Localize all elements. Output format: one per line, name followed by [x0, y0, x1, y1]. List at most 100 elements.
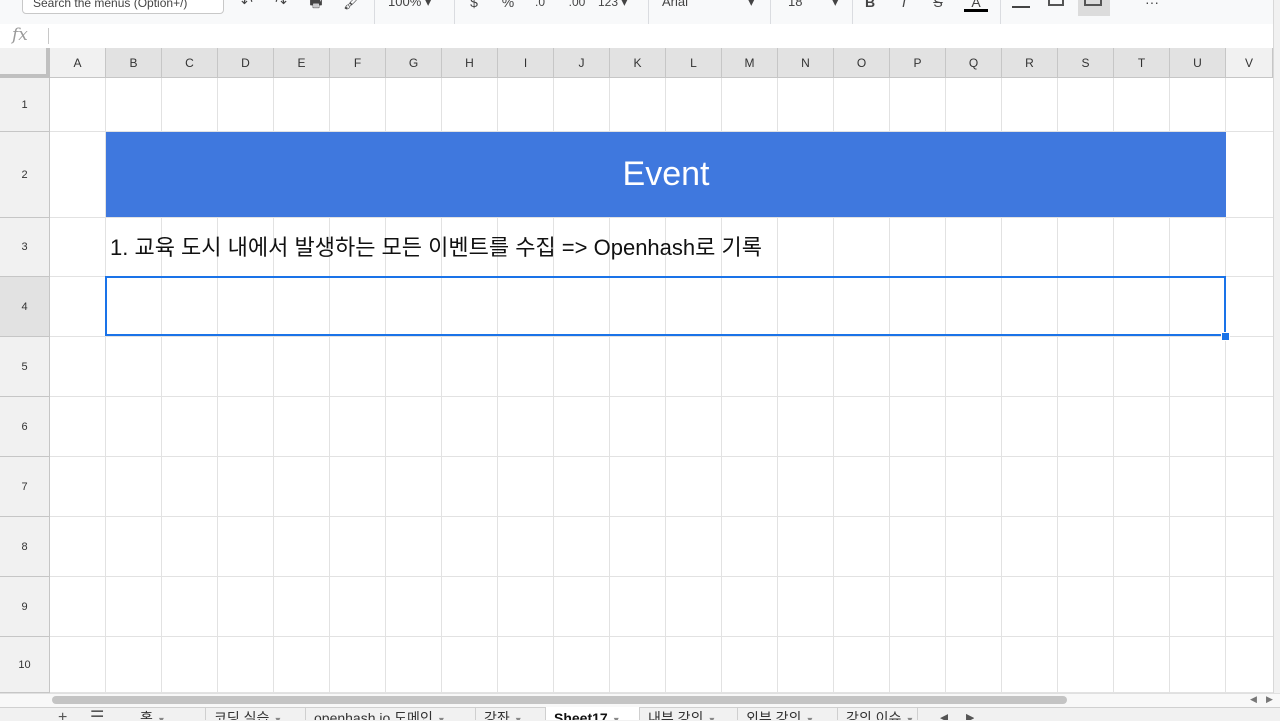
select-all-corner[interactable] — [0, 48, 50, 78]
column-header-n[interactable]: N — [778, 48, 834, 78]
more-options-icon[interactable]: ··· — [1140, 0, 1164, 12]
more-formats-label: 123 — [598, 0, 619, 9]
sheet-tab-1[interactable]: 코딩 실습 ▾ — [206, 707, 306, 720]
sheet-tab-label: 강의 이슈 — [846, 710, 902, 720]
fill-color-icon[interactable] — [1012, 0, 1030, 8]
add-sheet-icon[interactable]: + — [58, 707, 67, 720]
sheet-tab-6[interactable]: 외부 강의 ▾ — [738, 707, 838, 720]
strikethrough-button[interactable]: S — [930, 0, 946, 12]
column-header-d[interactable]: D — [218, 48, 274, 78]
row-header-10[interactable]: 10 — [0, 637, 50, 693]
column-header-a[interactable]: A — [50, 48, 106, 78]
column-header-i[interactable]: I — [498, 48, 554, 78]
text-color-button[interactable]: A — [964, 0, 988, 12]
toolbar-divider — [374, 0, 375, 24]
column-header-e[interactable]: E — [274, 48, 330, 78]
sheet-tab-caret-icon[interactable]: ▾ — [439, 715, 444, 720]
selected-range-b4[interactable] — [105, 276, 1226, 336]
sheet-tab-caret-icon[interactable]: ▾ — [614, 715, 619, 720]
zoom-value: 100% — [388, 0, 422, 9]
column-header-v[interactable]: V — [1226, 48, 1273, 78]
row-gridline — [50, 336, 1273, 337]
column-header-l[interactable]: L — [666, 48, 722, 78]
fill-handle[interactable] — [1221, 332, 1230, 341]
row-gridline — [50, 636, 1273, 637]
sheet-tab-caret-icon[interactable]: ▾ — [159, 715, 164, 720]
row-gridline — [50, 456, 1273, 457]
print-icon[interactable]: 🖶 — [306, 0, 326, 12]
row-header-5[interactable]: 5 — [0, 337, 50, 397]
formula-bar[interactable] — [0, 24, 1280, 49]
column-header-c[interactable]: C — [162, 48, 218, 78]
column-header-b[interactable]: B — [106, 48, 162, 78]
increase-decimal-button[interactable]: .00 — [564, 0, 590, 12]
column-header-m[interactable]: M — [722, 48, 778, 78]
more-formats-select[interactable]: 123 ▾ — [598, 0, 638, 12]
bold-button[interactable]: B — [862, 0, 878, 12]
sheet-tab-2[interactable]: openhash.io 도메인 ▾ — [306, 707, 476, 720]
font-size-select[interactable]: 18 ▾ — [788, 0, 842, 12]
sheet-tab-label: 내부 강의 — [648, 710, 704, 720]
scroll-tabs-right-icon[interactable]: ▶ — [966, 707, 974, 720]
cell-b2-event-banner[interactable]: Event — [106, 132, 1226, 217]
formula-bar-divider — [48, 28, 49, 44]
row-header-7[interactable]: 7 — [0, 457, 50, 517]
row-gridline — [50, 396, 1273, 397]
fx-icon: fx — [12, 25, 28, 45]
sheet-tab-4[interactable]: Sheet17 ▾ — [546, 707, 640, 720]
sheet-tab-7[interactable]: 강의 이슈 ▾ — [838, 707, 918, 720]
row-header-4[interactable]: 4 — [0, 277, 50, 337]
column-header-f[interactable]: F — [330, 48, 386, 78]
sheet-tab-caret-icon[interactable]: ▾ — [807, 715, 812, 720]
horizontal-scrollbar-thumb[interactable] — [52, 696, 1067, 704]
percent-button[interactable]: % — [500, 0, 516, 12]
undo-icon[interactable]: ↶ — [238, 0, 256, 12]
column-header-t[interactable]: T — [1114, 48, 1170, 78]
all-sheets-icon[interactable]: ☰ — [90, 707, 104, 720]
borders-icon[interactable] — [1048, 0, 1064, 6]
column-header-g[interactable]: G — [386, 48, 442, 78]
column-header-k[interactable]: K — [610, 48, 666, 78]
currency-button[interactable]: $ — [466, 0, 482, 12]
row-header-3[interactable]: 3 — [0, 218, 50, 277]
vertical-scrollbar[interactable] — [1273, 0, 1280, 693]
row-header-8[interactable]: 8 — [0, 517, 50, 577]
row-header-2[interactable]: 2 — [0, 132, 50, 218]
zoom-select[interactable]: 100% ▾ — [388, 0, 438, 12]
column-header-j[interactable]: J — [554, 48, 610, 78]
column-header-h[interactable]: H — [442, 48, 498, 78]
decrease-decimal-button[interactable]: .0 — [530, 0, 550, 12]
column-header-o[interactable]: O — [834, 48, 890, 78]
sheet-tab-0[interactable]: 홈▾ — [132, 707, 206, 720]
sheet-tab-caret-icon[interactable]: ▾ — [275, 715, 280, 720]
scroll-left-icon[interactable]: ◀ — [1250, 694, 1257, 705]
row-header-6[interactable]: 6 — [0, 397, 50, 457]
column-header-s[interactable]: S — [1058, 48, 1114, 78]
sheet-tab-5[interactable]: 내부 강의 ▾ — [640, 707, 738, 720]
menu-search-input[interactable]: Search the menus (Option+/) — [22, 0, 224, 14]
column-header-q[interactable]: Q — [946, 48, 1002, 78]
sheet-tab-caret-icon[interactable]: ▾ — [709, 715, 714, 720]
column-header-r[interactable]: R — [1002, 48, 1058, 78]
font-select[interactable]: Arial ▾ — [662, 0, 758, 12]
font-size-value: 18 — [788, 0, 803, 9]
sheet-tab-label: Sheet17 — [554, 710, 608, 720]
sheet-tab-label: 외부 강의 — [746, 710, 802, 720]
sheet-tab-caret-icon[interactable]: ▾ — [516, 715, 521, 720]
scroll-right-icon[interactable]: ▶ — [1266, 694, 1273, 705]
merge-cells-icon — [1084, 0, 1102, 6]
row-gridline — [50, 516, 1273, 517]
row-gridline — [50, 576, 1273, 577]
redo-icon[interactable]: ↷ — [272, 0, 290, 12]
scroll-tabs-left-icon[interactable]: ◀ — [940, 707, 948, 720]
sheet-tab-3[interactable]: 강좌 ▾ — [476, 707, 546, 720]
row-header-1[interactable]: 1 — [0, 78, 50, 132]
cell-b3-text[interactable]: 1. 교육 도시 내에서 발생하는 모든 이벤트를 수집 => Openhash… — [110, 218, 762, 277]
paint-format-icon[interactable]: 🖌 — [342, 0, 362, 12]
column-header-p[interactable]: P — [890, 48, 946, 78]
toolbar-divider — [770, 0, 771, 24]
row-header-9[interactable]: 9 — [0, 577, 50, 637]
italic-button[interactable]: I — [896, 0, 912, 12]
sheet-tab-caret-icon[interactable]: ▾ — [907, 715, 912, 720]
column-header-u[interactable]: U — [1170, 48, 1226, 78]
